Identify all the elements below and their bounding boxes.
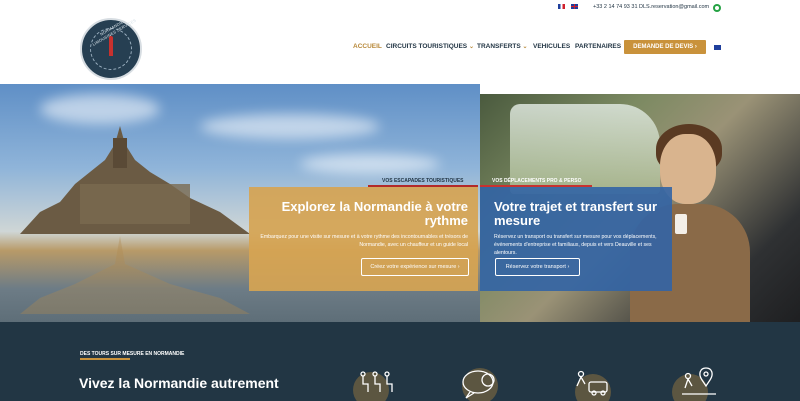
castle-reflection-icon bbox=[20, 236, 250, 314]
chevron-down-icon: ⌄ bbox=[468, 44, 474, 50]
nav-transferts-label: TRANSFERTS bbox=[477, 43, 521, 50]
section-title: Vivez la Normandie autrement bbox=[79, 375, 279, 391]
site-logo[interactable]: NORMANDIE LIMOUSINES SERVICES bbox=[80, 18, 142, 80]
logo-tower-icon bbox=[109, 36, 113, 56]
nav-partenaires[interactable]: PARTENAIRES bbox=[575, 43, 621, 50]
whatsapp-icon[interactable] bbox=[713, 4, 721, 12]
tourism-tag: VOS ESCAPADES TOURISTIQUES bbox=[382, 178, 464, 184]
email-link[interactable]: DLS.reservation@gmail.com bbox=[639, 4, 709, 10]
top-bar: +33 2 14 74 93 31 DLS.reservation@gmail.… bbox=[0, 0, 800, 18]
location-pin-walker-icon bbox=[682, 367, 716, 395]
speech-globe-icon bbox=[462, 370, 495, 399]
book-transport-button[interactable]: Réservez votre transport › bbox=[495, 258, 580, 276]
chevron-down-icon: ⌄ bbox=[522, 44, 528, 50]
nav-vehicules[interactable]: VEHICULES bbox=[533, 43, 570, 50]
section-tag-underline bbox=[80, 358, 130, 360]
cloud-shape bbox=[300, 154, 440, 174]
transfer-description: Réservez un transport ou transfert sur m… bbox=[494, 234, 657, 256]
transfer-panel: Votre trajet et transfert sur mesure Rés… bbox=[480, 187, 672, 291]
car-person-icon bbox=[576, 370, 608, 396]
transfer-tag: VOS DÉPLACEMENTS PRO & PERSO bbox=[492, 178, 582, 184]
nav-circuits-label: CIRCUITS TOURISTIQUES bbox=[386, 43, 468, 50]
coffee-cup-icon bbox=[675, 214, 687, 234]
french-flag-icon[interactable] bbox=[558, 4, 565, 9]
quote-request-button[interactable]: DEMANDE DE DEVIS › bbox=[624, 40, 706, 54]
tourism-panel: Explorez la Normandie à votre rythme Emb… bbox=[249, 187, 478, 291]
tourism-description: Embarquez pour une visite sur mesure et … bbox=[260, 234, 468, 248]
english-flag-icon[interactable] bbox=[571, 4, 578, 9]
nav-transferts[interactable]: TRANSFERTS ⌄ bbox=[477, 43, 528, 50]
cloud-shape bbox=[40, 94, 160, 124]
phone-link[interactable]: +33 2 14 74 93 31 bbox=[593, 4, 638, 10]
hero-section: VOS ESCAPADES TOURISTIQUES VOS DÉPLACEME… bbox=[0, 84, 800, 322]
language-flag-icon[interactable] bbox=[714, 45, 721, 50]
nav-circuits-touristiques[interactable]: CIRCUITS TOURISTIQUES ⌄ bbox=[386, 43, 474, 50]
castle-silhouette-icon bbox=[20, 126, 250, 234]
section-tag: DES TOURS SUR MESURE EN NORMANDIE bbox=[80, 351, 185, 357]
tourism-title: Explorez la Normandie à votre rythme bbox=[281, 199, 468, 228]
tours-section: DES TOURS SUR MESURE EN NORMANDIE Vivez … bbox=[0, 322, 800, 401]
create-experience-button[interactable]: Créez votre expérience sur mesure › bbox=[361, 258, 469, 276]
nav-accueil[interactable]: ACCUEIL bbox=[353, 43, 382, 50]
transfer-title: Votre trajet et transfert sur mesure bbox=[494, 199, 658, 228]
seated-people-icon bbox=[360, 371, 393, 392]
